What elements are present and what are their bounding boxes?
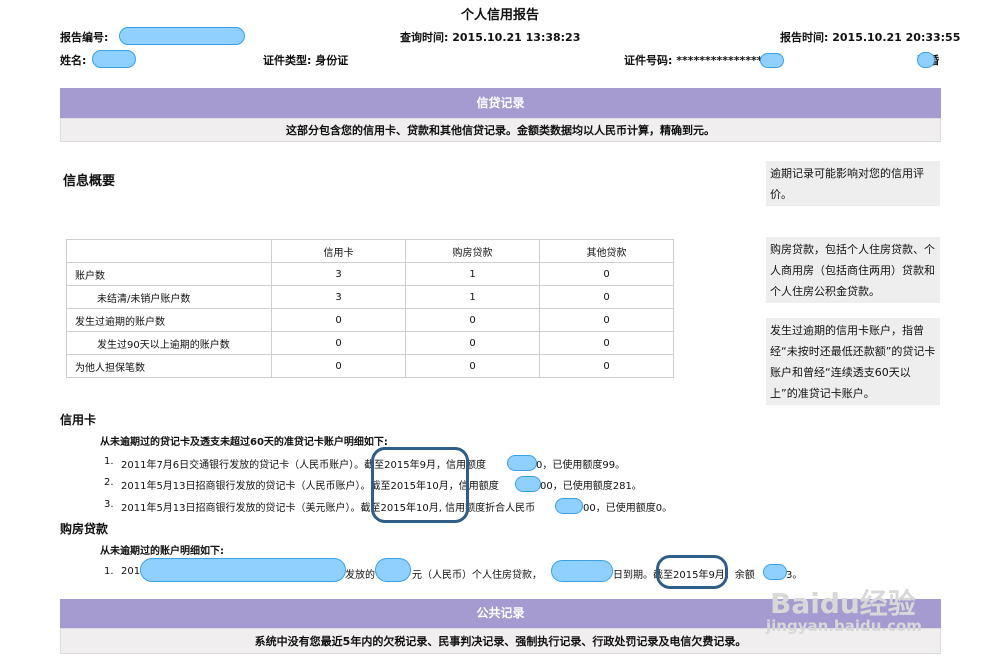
name-label: 姓名: bbox=[60, 54, 87, 67]
table-cell: 1 bbox=[405, 285, 540, 309]
highlight-circle bbox=[371, 447, 469, 523]
mortgage-subtitle: 从未逾期过的账户明细如下: bbox=[100, 546, 224, 557]
row-label: 发生过逾期的账户数 bbox=[66, 308, 272, 332]
table-cell: 0 bbox=[405, 354, 540, 378]
report-time: 报告时间: 2015.10.21 20:33:55 bbox=[780, 31, 961, 44]
report-title: 个人信用报告 bbox=[460, 8, 539, 23]
table-row: 为他人担保笔数 0 0 0 bbox=[66, 354, 674, 378]
redacted-loan-date-bank bbox=[140, 558, 346, 582]
redacted-report-number bbox=[119, 27, 245, 45]
id-number: 证件号码: *************** bbox=[624, 54, 763, 67]
table-header-cell: 信用卡 bbox=[271, 239, 406, 263]
redacted-loan-amount bbox=[375, 558, 411, 582]
side-note-definition: 发生过逾期的信用卡账户，指曾经“未按时还最低还款额”的贷记卡账户和曾经“连续透支… bbox=[766, 318, 940, 405]
table-header-cell: 购房贷款 bbox=[405, 239, 540, 263]
list-item: 2011年5月13日招商银行发放的贷记卡（美元账户）。截至2015年10月, 信… bbox=[121, 503, 536, 514]
table-row: 发生过逾期的账户数 0 0 0 bbox=[66, 308, 674, 332]
row-label: 未结清/未销户账户数 bbox=[66, 285, 272, 309]
id-type: 证件类型: 身份证 bbox=[263, 54, 349, 67]
table-cell: 0 bbox=[271, 354, 406, 378]
redacted-name bbox=[92, 50, 136, 68]
summary-title: 信息概要 bbox=[63, 174, 116, 189]
list-item-tail: 00，已使用额度0。 bbox=[583, 503, 673, 514]
table-cell: 0 bbox=[539, 331, 674, 355]
table-header-row: 信用卡 购房贷款 其他贷款 bbox=[66, 239, 674, 263]
table-cell: 0 bbox=[539, 354, 674, 378]
table-cell: 0 bbox=[539, 308, 674, 332]
redacted-due-date bbox=[551, 560, 613, 582]
report-number-label: 报告编号: bbox=[60, 31, 109, 44]
list-item-number: 3. bbox=[104, 499, 114, 510]
highlight-circle bbox=[656, 555, 728, 589]
table-cell: 0 bbox=[271, 331, 406, 355]
credit-section-note: 这部分包含您的信用卡、贷款和其他信贷记录。金额类数据均以人民币计算，精确到元。 bbox=[60, 118, 941, 142]
table-cell: 0 bbox=[539, 285, 674, 309]
redacted-balance bbox=[763, 564, 787, 580]
table-cell: 3 bbox=[271, 262, 406, 286]
watermark-url: jingyan.baidu.com bbox=[766, 617, 922, 635]
redacted-marital bbox=[917, 52, 935, 68]
credit-card-title: 信用卡 bbox=[60, 413, 97, 427]
list-item-number: 1. bbox=[104, 566, 114, 577]
side-note-mortgage: 购房贷款，包括个人住房贷款、个人商用房（包括商住两用）贷款和个人住房公积金贷款。 bbox=[766, 237, 940, 303]
list-item-tail: 0，已使用额度99。 bbox=[536, 460, 626, 471]
table-header-cell: 其他贷款 bbox=[539, 239, 674, 263]
credit-section-header: 信贷记录 bbox=[60, 88, 941, 118]
mortgage-text-3: 元（人民币）个人住房贷款， bbox=[412, 570, 542, 581]
redacted-credit-limit bbox=[507, 455, 537, 471]
query-time: 查询时间: 2015.10.21 13:38:23 bbox=[400, 31, 581, 44]
mortgage-text-5: 3。 bbox=[786, 570, 803, 581]
table-row: 发生过90天以上逾期的账户数 0 0 0 bbox=[66, 331, 674, 355]
list-item-tail: 00，已使用额度281。 bbox=[540, 481, 642, 492]
row-label: 发生过90天以上逾期的账户数 bbox=[66, 331, 272, 355]
redacted-id-suffix bbox=[760, 53, 784, 68]
table-row: 未结清/未销户账户数 3 1 0 bbox=[66, 285, 674, 309]
table-cell: 1 bbox=[405, 262, 540, 286]
redacted-credit-limit bbox=[555, 498, 583, 514]
credit-card-subtitle: 从未逾期过的贷记卡及透支未超过60天的准贷记卡账户明细如下: bbox=[100, 437, 388, 448]
mortgage-text-2: 发放的 bbox=[345, 570, 375, 581]
row-label: 为他人担保笔数 bbox=[66, 354, 272, 378]
list-item-number: 2. bbox=[104, 477, 114, 488]
mortgage-text-1: 201 bbox=[121, 566, 141, 577]
list-item-number: 1. bbox=[104, 456, 114, 467]
table-row: 账户数 3 1 0 bbox=[66, 262, 674, 286]
table-cell: 0 bbox=[539, 262, 674, 286]
side-note-overdue: 逾期记录可能影响对您的信用评价。 bbox=[766, 161, 940, 206]
redacted-credit-limit bbox=[515, 476, 541, 492]
mortgage-title: 购房贷款 bbox=[60, 522, 109, 536]
summary-table: 信用卡 购房贷款 其他贷款 账户数 3 1 0 未结清/未销户账户数 3 1 0… bbox=[66, 239, 674, 378]
watermark-logo: Baidu经验 bbox=[770, 587, 916, 620]
table-cell: 0 bbox=[405, 331, 540, 355]
table-cell: 0 bbox=[271, 308, 406, 332]
row-label: 账户数 bbox=[66, 262, 272, 286]
table-header-cell bbox=[66, 239, 272, 263]
table-cell: 3 bbox=[271, 285, 406, 309]
table-cell: 0 bbox=[405, 308, 540, 332]
